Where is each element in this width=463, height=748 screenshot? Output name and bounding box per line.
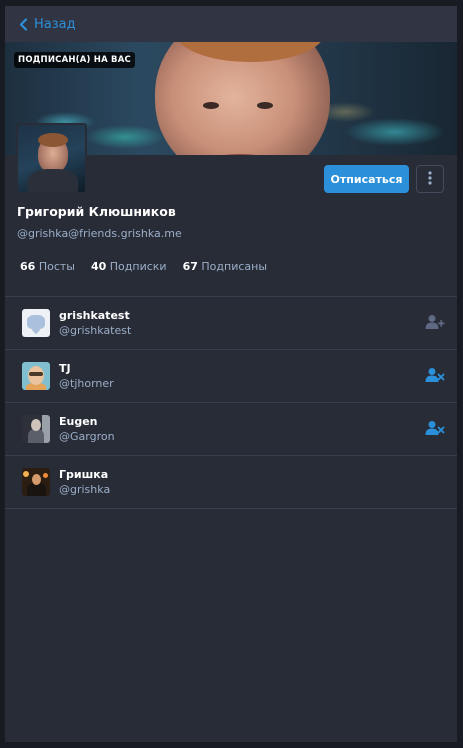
list-item[interactable]: TJ @tjhorner xyxy=(5,350,457,403)
column-header: Назад xyxy=(5,6,457,42)
account-username: @grishkatest xyxy=(59,324,132,337)
account-handle: @grishka@friends.grishka.me xyxy=(17,227,182,240)
account-username: @tjhorner xyxy=(59,377,114,390)
unfollow-user-icon[interactable] xyxy=(425,420,445,440)
chevron-left-icon xyxy=(19,17,28,31)
following-count: 40 xyxy=(90,260,107,273)
account-display-name: Гришка xyxy=(59,468,109,481)
profile-bar: Отписаться xyxy=(5,123,457,197)
more-options-button[interactable] xyxy=(416,165,444,193)
avatar[interactable] xyxy=(16,123,87,194)
account-display-name: TJ xyxy=(59,362,71,375)
followers-count: 67 xyxy=(182,260,198,273)
account-list: grishkatest @grishkatest TJ @tjhorner Eu… xyxy=(5,296,457,509)
posts-label: Посты xyxy=(38,260,75,273)
avatar[interactable] xyxy=(22,362,50,390)
account-display-name: grishkatest xyxy=(59,309,130,322)
list-item[interactable]: Eugen @Gargron xyxy=(5,403,457,456)
list-item[interactable]: grishkatest @grishkatest xyxy=(5,297,457,350)
followers-label: Подписаны xyxy=(201,260,268,273)
back-label: Назад xyxy=(34,16,76,32)
list-item[interactable]: Гришка @grishka xyxy=(5,456,457,509)
ellipsis-vertical-icon xyxy=(428,170,432,189)
following-counter[interactable]: 40 Подписки xyxy=(91,260,167,286)
posts-count: 66 xyxy=(20,260,36,273)
followers-counter[interactable]: 67 Подписаны xyxy=(183,260,267,286)
account-username: @Gargron xyxy=(59,430,115,443)
account-display-name: Eugen xyxy=(59,415,98,428)
account-username: @grishka xyxy=(59,483,111,496)
account-panel: Назад ПОДПИСАН(А) НА ВАС Отписаться Григ… xyxy=(5,6,457,742)
avatar[interactable] xyxy=(22,309,50,337)
follow-user-icon[interactable] xyxy=(425,314,445,334)
avatar[interactable] xyxy=(22,415,50,443)
unfollow-user-icon[interactable] xyxy=(425,367,445,387)
follows-you-badge: ПОДПИСАН(А) НА ВАС xyxy=(14,52,135,68)
posts-counter[interactable]: 66 Посты xyxy=(20,260,75,286)
back-button[interactable]: Назад xyxy=(19,17,76,32)
following-label: Подписки xyxy=(109,260,167,273)
unfollow-button[interactable]: Отписаться xyxy=(324,165,409,193)
account-counters: 66 Посты 40 Подписки 67 Подписаны xyxy=(5,260,457,286)
display-name: Григорий Клюшников xyxy=(17,204,176,219)
avatar[interactable] xyxy=(22,468,50,496)
